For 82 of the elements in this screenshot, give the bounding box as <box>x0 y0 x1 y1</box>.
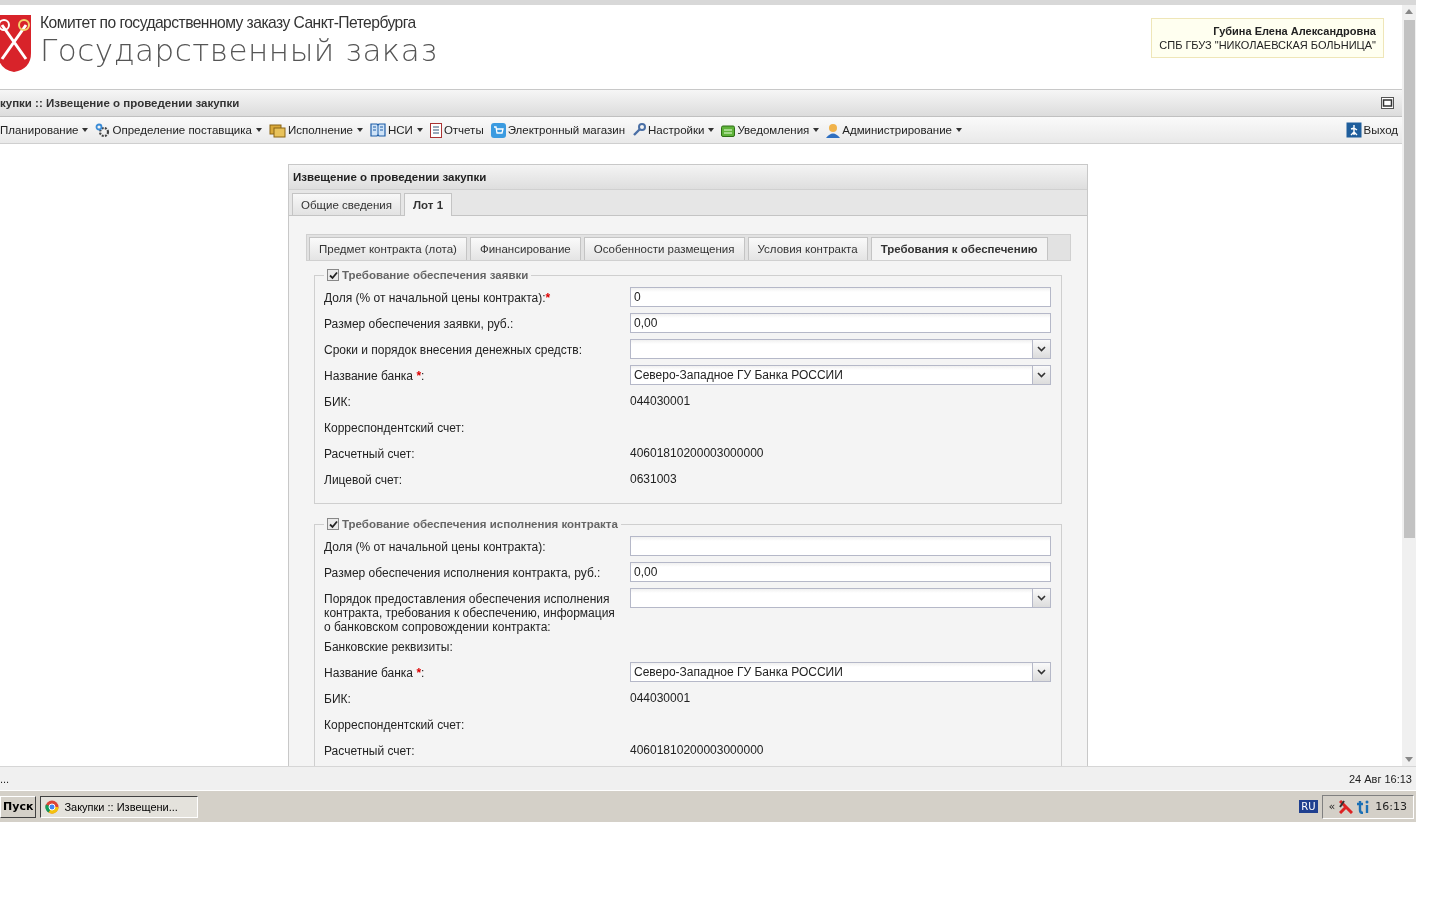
cart-icon <box>490 122 506 138</box>
input-field[interactable]: 0,00 <box>630 562 1051 582</box>
scroll-up-icon[interactable] <box>1405 9 1413 14</box>
book-icon <box>370 123 386 137</box>
caret-icon <box>416 128 423 132</box>
menu-item[interactable]: НСИ <box>370 123 423 137</box>
dropdown-field[interactable]: Северо-Западное ГУ Банка РОССИИ <box>630 365 1051 385</box>
field-label: Название банка *: <box>324 369 425 383</box>
caret-icon <box>256 128 262 132</box>
menu-item[interactable]: Электронный магазин <box>490 122 625 138</box>
dropdown-field[interactable] <box>630 588 1051 608</box>
field-label: Название банка *: <box>324 666 425 680</box>
tab[interactable]: Общие сведения <box>292 193 401 215</box>
menu-item[interactable]: Определение поставщика <box>95 122 262 138</box>
dropdown-field[interactable] <box>630 339 1051 359</box>
tab[interactable]: Предмет контракта (лота) <box>309 237 467 260</box>
language-indicator[interactable]: RU <box>1299 800 1318 813</box>
menu-item[interactable]: Уведомления <box>721 123 820 137</box>
field-label: Корреспондентский счет: <box>324 718 465 732</box>
menu-item[interactable]: Администрирование <box>826 122 962 138</box>
menu-item[interactable]: Отчеты <box>429 122 484 138</box>
panel-title: Извещение о проведении закупки <box>293 171 487 183</box>
tab[interactable]: Лот 1 <box>404 193 453 216</box>
field-label: Банковские реквизиты: <box>324 640 453 654</box>
field-label: Порядок предоставления обеспечения исполнения контракта, требования к обеспечению, информация о банковском сопровождении контракта: <box>324 592 615 634</box>
checkbox[interactable] <box>327 269 339 281</box>
status-datetime: 24 Авг 16:13 <box>1348 772 1412 785</box>
field-label: Корреспондентский счет: <box>324 421 465 435</box>
folders-icon <box>269 122 286 138</box>
scrollbar[interactable] <box>1402 5 1416 766</box>
field-value: 044030001 <box>630 690 691 705</box>
user-organization: СПБ ГБУЗ "НИКОЛАЕВСКАЯ БОЛЬНИЦА" <box>1159 38 1376 52</box>
field-label: Расчетный счет: <box>324 744 415 758</box>
tab[interactable]: Особенности размещения <box>583 237 745 260</box>
tab[interactable]: Финансирование <box>469 237 581 260</box>
menu-item[interactable]: Настройки <box>632 123 715 137</box>
field-label: Доля (% от начальной цены контракта): <box>324 540 546 554</box>
field-label: Лицевой счет: <box>324 473 403 487</box>
field-value: 044030001 <box>630 393 691 408</box>
input-field[interactable]: 0,00 <box>630 313 1051 333</box>
tab[interactable]: Условия контракта <box>747 237 868 260</box>
field-label: Доля (% от начальной цены контракта):* <box>324 291 551 305</box>
menu-item[interactable]: Исполнение <box>269 122 363 138</box>
field-value: 40601810200003000000 <box>630 445 764 460</box>
caret-icon <box>708 128 715 132</box>
status-text: ... <box>0 772 10 785</box>
list-box-icon <box>721 123 736 137</box>
caret-icon <box>813 128 820 132</box>
taskbar-button[interactable]: Закупки :: Извещени... <box>40 795 199 818</box>
field-label: Сроки и порядок внесения денежных средств: <box>324 343 583 357</box>
document-icon <box>429 122 442 138</box>
caret-icon <box>357 128 363 132</box>
caret-icon <box>956 128 962 132</box>
section-legend: Требование обеспечения исполнения контракта <box>342 518 618 530</box>
user-icon <box>826 122 841 138</box>
committee-name: Комитет по государственному заказу Санкт-Петербурга <box>40 13 416 33</box>
field-value: 40601810200003000000 <box>630 742 764 757</box>
site-title: Государственный заказ <box>40 33 439 67</box>
scroll-down-icon[interactable] <box>1405 757 1413 762</box>
field-label: Расчетный счет: <box>324 447 415 461</box>
input-field[interactable] <box>630 536 1051 556</box>
user-name: Губина Елена Александровна <box>1212 24 1376 38</box>
browser-icon <box>45 799 60 814</box>
start-button[interactable]: Пуск <box>0 795 37 818</box>
dropdown-field[interactable]: Северо-Западное ГУ Банка РОССИИ <box>630 662 1051 682</box>
caret-icon <box>82 128 89 132</box>
input-field[interactable]: 0 <box>630 287 1051 307</box>
field-label: Размер обеспечения исполнения контракта, руб.: <box>324 566 601 580</box>
field-label: БИК: <box>324 395 351 409</box>
checkbox[interactable] <box>327 518 339 530</box>
menu-item[interactable]: Планирование <box>0 124 89 136</box>
page-title: купки :: Извещение о проведении закупки <box>0 97 240 109</box>
field-label: БИК: <box>324 692 351 706</box>
tray-expand-button[interactable]: « <box>1328 800 1336 813</box>
tab[interactable]: Требования к обеспечению <box>870 237 1048 260</box>
section-legend: Требование обеспечения заявки <box>342 269 529 281</box>
clock: 16:13 <box>1375 800 1407 813</box>
logout-button[interactable]: Выход <box>1345 122 1398 138</box>
field-label: Размер обеспечения заявки, руб.: <box>324 317 514 331</box>
antivirus-icon <box>1339 799 1354 814</box>
maximize-icon[interactable] <box>1381 97 1394 109</box>
field-value: 0631003 <box>630 471 677 486</box>
